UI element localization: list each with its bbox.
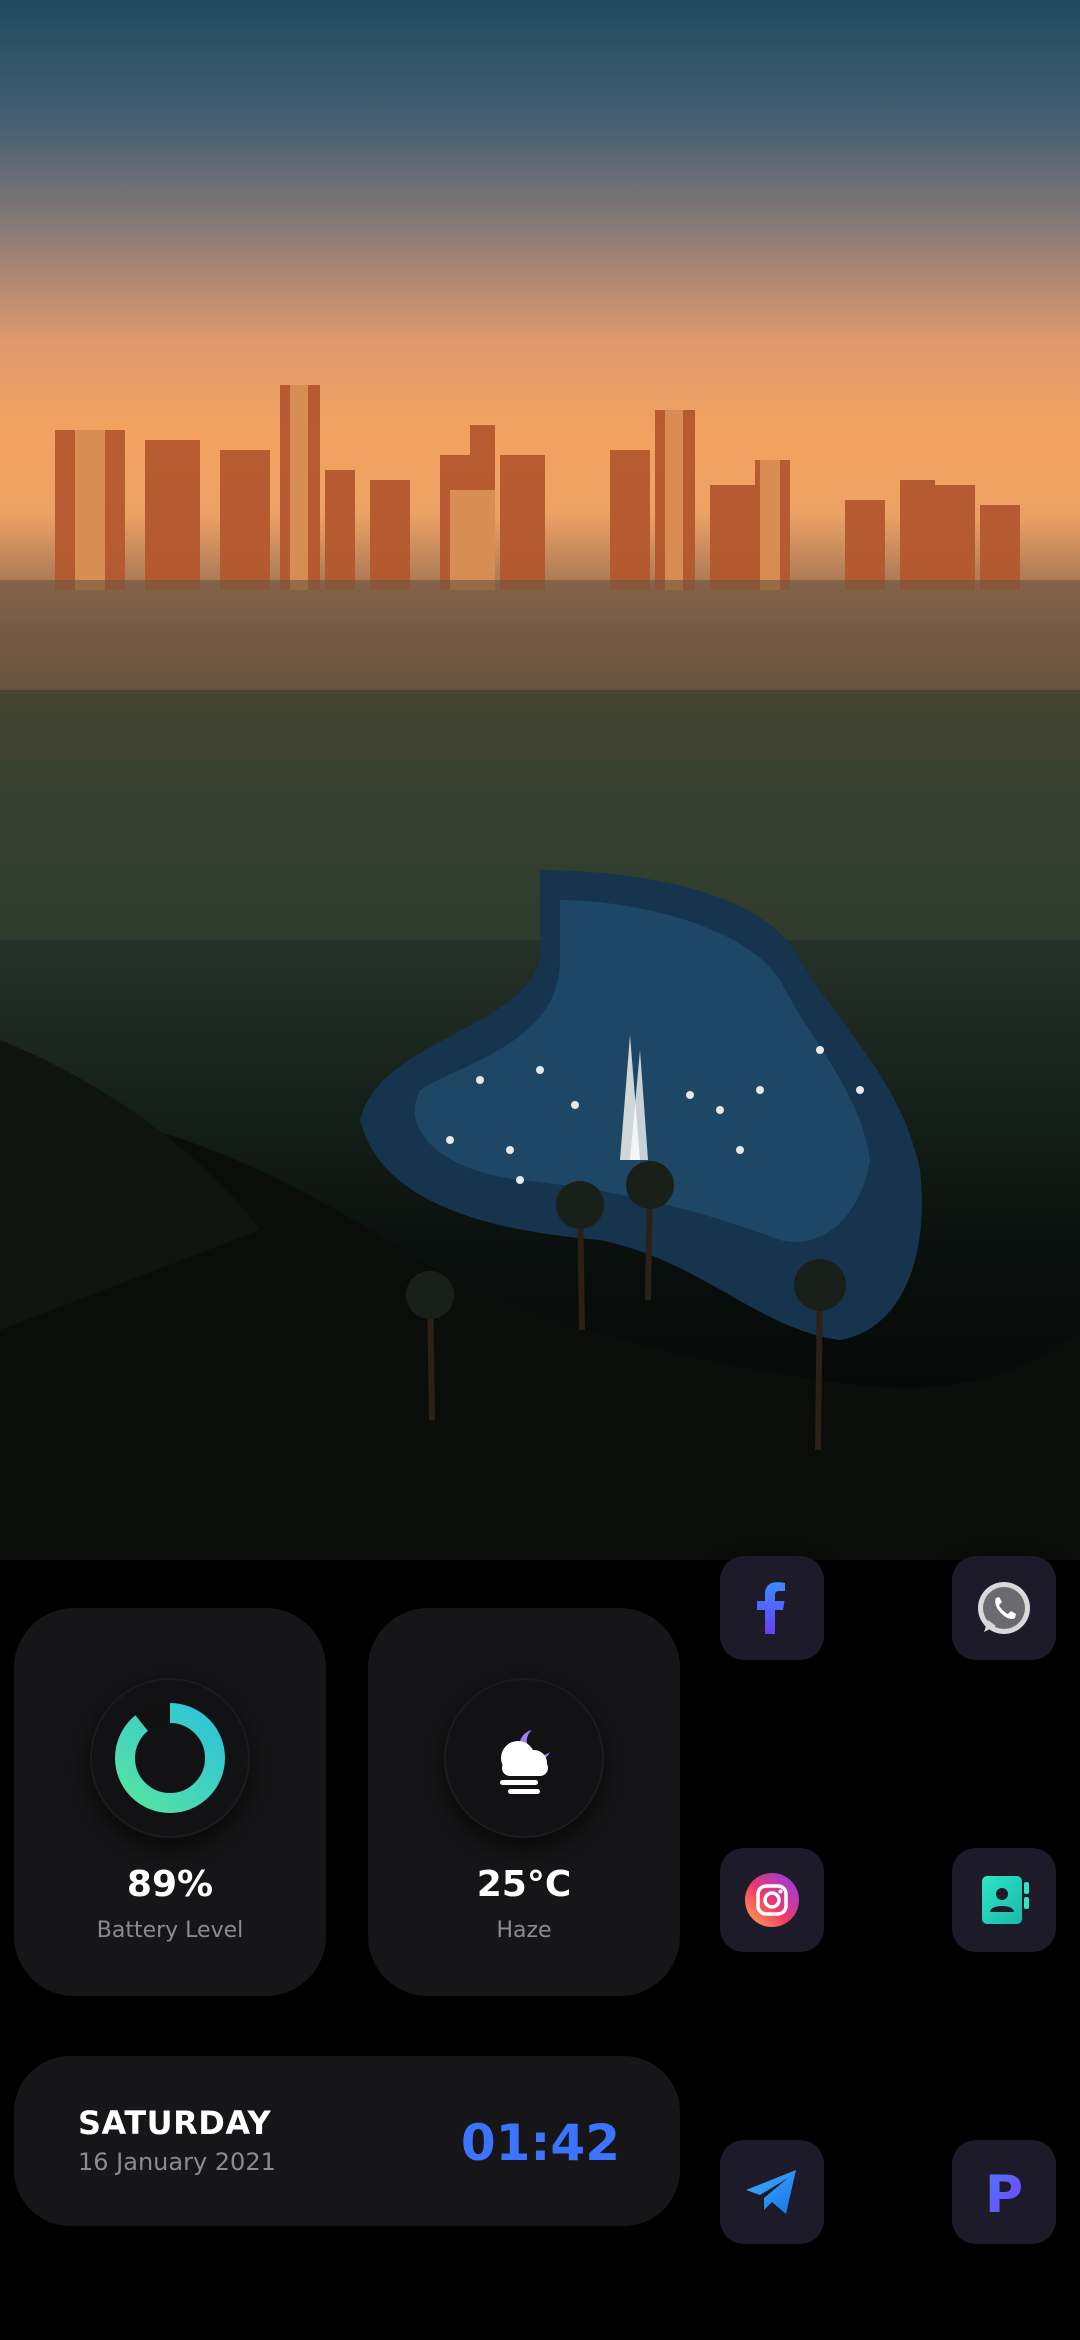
city-lake-scene [0, 385, 1080, 1560]
whatsapp-icon [978, 1582, 1030, 1634]
cloud-moon-haze-icon [500, 1730, 550, 1794]
weather-temp: 25°C [476, 1864, 572, 1905]
date-text: 16 January 2021 [78, 2148, 276, 2176]
wallpaper [0, 0, 1080, 1560]
instagram-icon [745, 1873, 799, 1927]
whatsapp-app[interactable] [952, 1556, 1056, 1660]
battery-label: Battery Level [96, 1918, 244, 1943]
p-app-icon: P [985, 2165, 1023, 2224]
battery-widget[interactable]: 89% Battery Level [14, 1608, 326, 1996]
contacts-icon [982, 1876, 1029, 1924]
instagram-app[interactable] [720, 1848, 824, 1952]
battery-ring-icon [115, 1703, 225, 1813]
facebook-icon [757, 1582, 785, 1634]
datetime-widget[interactable]: SATURDAY 16 January 2021 01:42 [14, 2056, 680, 2226]
clock-time: 01:42 [460, 2114, 620, 2172]
telegram-app[interactable] [720, 2140, 824, 2244]
facebook-app[interactable] [720, 1556, 824, 1660]
contacts-app[interactable] [952, 1848, 1056, 1952]
p-app[interactable]: P [952, 2140, 1056, 2244]
weather-widget[interactable]: 25°C Haze [368, 1608, 680, 1996]
weather-condition: Haze [496, 1918, 552, 1943]
p-app-letter: P [985, 2165, 1023, 2224]
day-name: SATURDAY [78, 2104, 272, 2142]
battery-percent: 89% [126, 1864, 214, 1905]
telegram-icon [746, 2170, 796, 2214]
battery-ring-holder [90, 1678, 250, 1838]
weather-icon-holder [444, 1678, 604, 1838]
